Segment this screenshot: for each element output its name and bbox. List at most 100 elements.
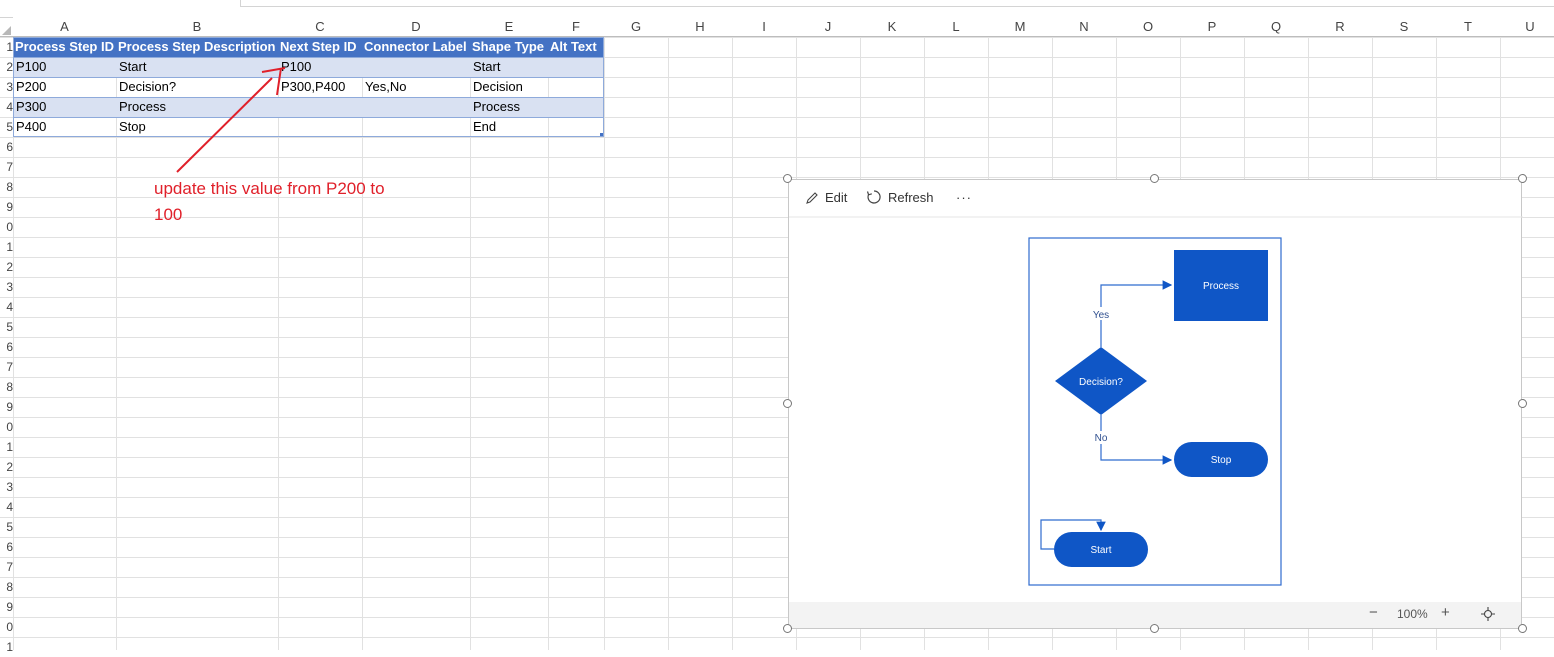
fit-to-screen-button[interactable] (1481, 607, 1495, 624)
row-header[interactable]: 3 (0, 277, 13, 297)
row-header[interactable]: 1 (0, 237, 13, 257)
column-header-S[interactable]: S (1372, 17, 1436, 36)
column-header-J[interactable]: J (796, 17, 860, 36)
table-header-cell[interactable]: Shape Type (470, 37, 548, 57)
table-cell[interactable] (548, 117, 604, 137)
row-header[interactable]: 5 (0, 117, 13, 137)
column-header-Q[interactable]: Q (1244, 17, 1308, 36)
zoom-in-button[interactable]: + (1441, 604, 1450, 621)
resize-handle-top-right[interactable] (1518, 174, 1527, 183)
table-cell[interactable]: End (470, 117, 548, 137)
column-header-F[interactable]: F (548, 17, 604, 36)
table-cell[interactable]: Start (116, 57, 278, 77)
table-header-cell[interactable]: Process Step ID (13, 37, 116, 57)
column-header-E[interactable]: E (470, 17, 548, 36)
row-header[interactable]: 4 (0, 297, 13, 317)
table-cell[interactable] (278, 97, 362, 117)
resize-handle-top[interactable] (1150, 174, 1159, 183)
resize-handle-top-left[interactable] (783, 174, 792, 183)
column-header-H[interactable]: H (668, 17, 732, 36)
table-cell[interactable]: P300,P400 (278, 77, 362, 97)
column-header-D[interactable]: D (362, 17, 470, 36)
row-header[interactable]: 8 (0, 377, 13, 397)
annotation-line-2: 100 (154, 205, 183, 224)
row-header[interactable]: 2 (0, 457, 13, 477)
column-header-L[interactable]: L (924, 17, 988, 36)
decision-shape-label: Decision? (1079, 377, 1123, 388)
resize-handle-right[interactable] (1518, 399, 1527, 408)
column-header-R[interactable]: R (1308, 17, 1372, 36)
row-header[interactable]: 1 (0, 637, 13, 657)
start-shape-label: Start (1090, 545, 1111, 556)
column-header-B[interactable]: B (116, 17, 278, 36)
row-header[interactable]: 6 (0, 337, 13, 357)
table-header-cell[interactable]: Connector Label (362, 37, 470, 57)
row-header[interactable]: 8 (0, 577, 13, 597)
resize-handle-bottom-right[interactable] (1518, 624, 1527, 633)
table-cell[interactable]: Decision (470, 77, 548, 97)
row-header[interactable]: 8 (0, 177, 13, 197)
column-header-U[interactable]: U (1500, 17, 1554, 36)
table-cell[interactable] (362, 117, 470, 137)
table-cell[interactable] (278, 117, 362, 137)
row-header[interactable]: 9 (0, 597, 13, 617)
row-header[interactable]: 7 (0, 557, 13, 577)
flowchart-panel[interactable]: Edit Refresh ··· Yes No Process Decision… (788, 179, 1523, 629)
row-header[interactable]: 9 (0, 397, 13, 417)
column-header-N[interactable]: N (1052, 17, 1116, 36)
row-header[interactable]: 7 (0, 357, 13, 377)
column-header-T[interactable]: T (1436, 17, 1500, 36)
row-header[interactable]: 4 (0, 97, 13, 117)
row-header[interactable]: 6 (0, 137, 13, 157)
row-header[interactable]: 2 (0, 57, 13, 77)
row-header[interactable]: 1 (0, 37, 13, 57)
resize-handle-bottom-left[interactable] (783, 624, 792, 633)
table-header-cell[interactable]: Process Step Description (116, 37, 278, 57)
row-header[interactable]: 6 (0, 537, 13, 557)
row-header[interactable]: 4 (0, 497, 13, 517)
table-cell[interactable]: P100 (278, 57, 362, 77)
table-header-cell[interactable]: Next Step ID (278, 37, 362, 57)
row-header[interactable]: 2 (0, 257, 13, 277)
table-cell[interactable]: P400 (13, 117, 116, 137)
row-header[interactable]: 9 (0, 197, 13, 217)
table-cell[interactable]: Decision? (116, 77, 278, 97)
row-header[interactable]: 0 (0, 417, 13, 437)
resize-handle-bottom[interactable] (1150, 624, 1159, 633)
row-header[interactable]: 7 (0, 157, 13, 177)
row-header[interactable]: 5 (0, 517, 13, 537)
column-header-P[interactable]: P (1180, 17, 1244, 36)
column-header-O[interactable]: O (1116, 17, 1180, 36)
table-cell[interactable]: Start (470, 57, 548, 77)
column-header-C[interactable]: C (278, 17, 362, 36)
resize-handle-left[interactable] (783, 399, 792, 408)
table-cell[interactable] (548, 57, 604, 77)
table-cell[interactable]: Process (116, 97, 278, 117)
table-cell[interactable] (362, 97, 470, 117)
row-header[interactable]: 3 (0, 477, 13, 497)
row-header[interactable]: 3 (0, 77, 13, 97)
table-cell[interactable]: P100 (13, 57, 116, 77)
stop-shape-label: Stop (1211, 455, 1232, 466)
column-header-K[interactable]: K (860, 17, 924, 36)
row-header[interactable]: 0 (0, 217, 13, 237)
table-cell[interactable]: Stop (116, 117, 278, 137)
table-resize-handle[interactable] (600, 133, 603, 136)
select-all-corner[interactable] (2, 26, 11, 35)
table-cell[interactable] (548, 97, 604, 117)
column-header-I[interactable]: I (732, 17, 796, 36)
table-cell[interactable]: P300 (13, 97, 116, 117)
table-cell[interactable]: Process (470, 97, 548, 117)
column-header-M[interactable]: M (988, 17, 1052, 36)
table-cell[interactable] (548, 77, 604, 97)
table-cell[interactable] (362, 57, 470, 77)
table-cell[interactable]: Yes,No (362, 77, 470, 97)
row-header[interactable]: 5 (0, 317, 13, 337)
table-cell[interactable]: P200 (13, 77, 116, 97)
table-header-cell[interactable]: Alt Text (548, 37, 604, 57)
zoom-out-button[interactable]: − (1369, 604, 1378, 621)
column-header-A[interactable]: A (13, 17, 116, 36)
column-header-G[interactable]: G (604, 17, 668, 36)
row-header[interactable]: 1 (0, 437, 13, 457)
row-header[interactable]: 0 (0, 617, 13, 637)
